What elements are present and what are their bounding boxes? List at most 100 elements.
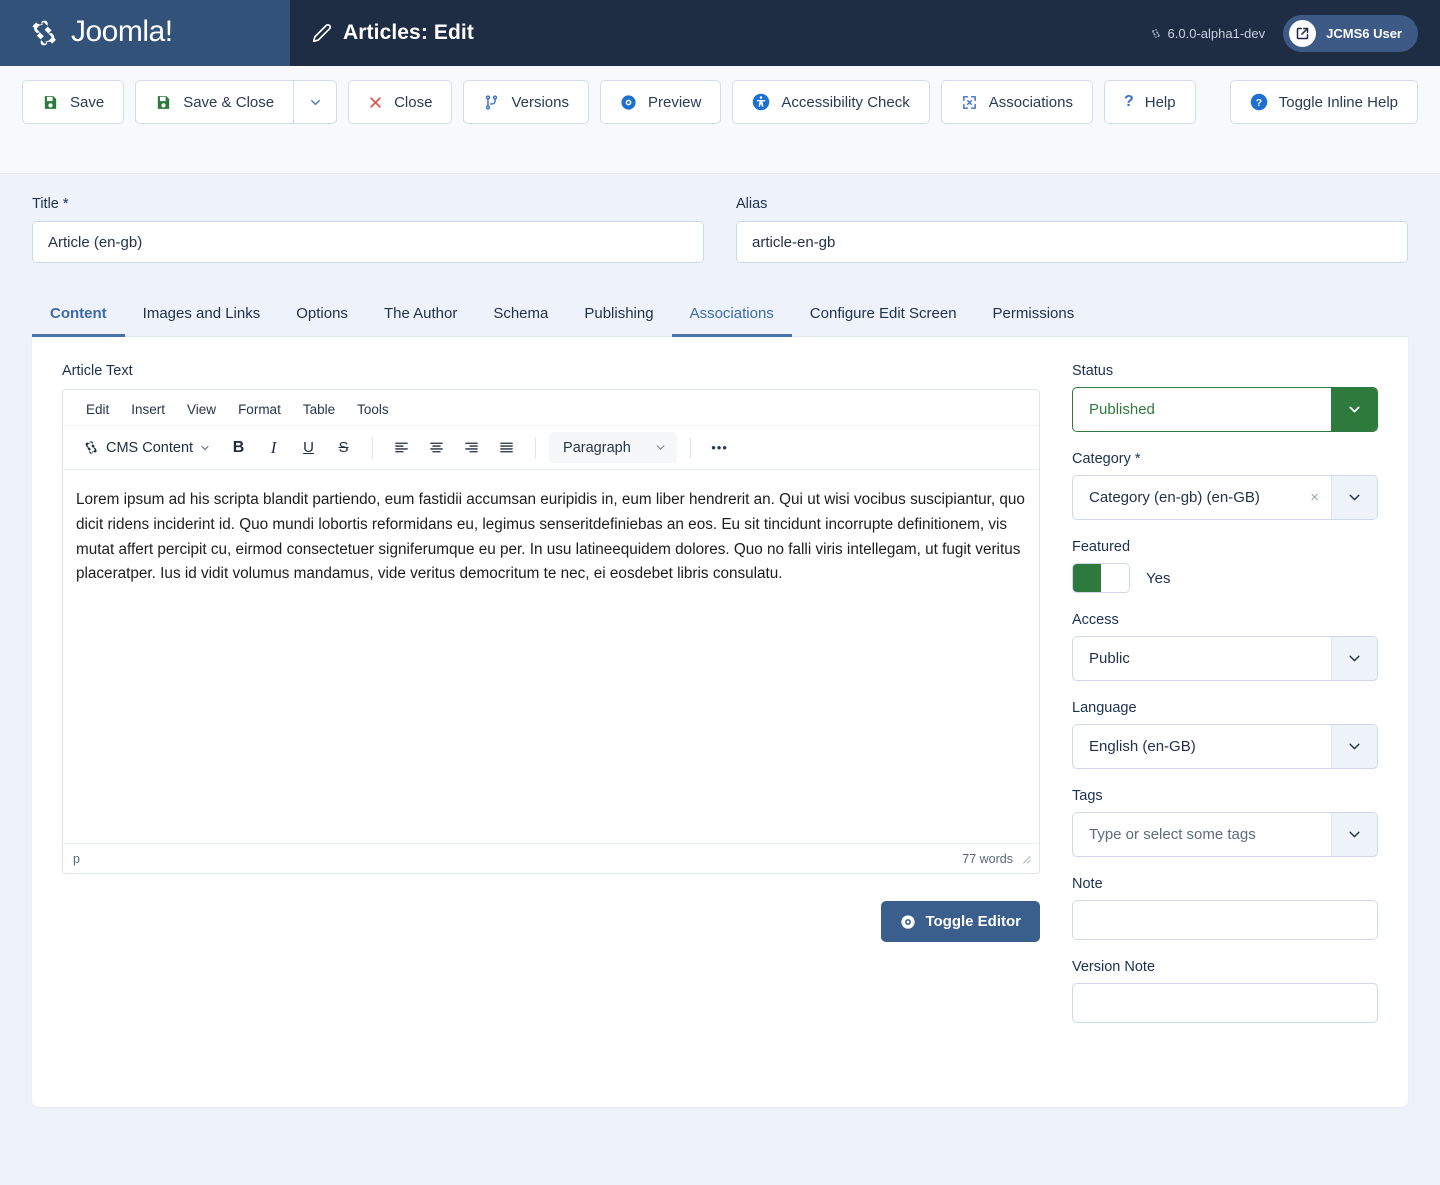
chevron-down-icon xyxy=(308,95,323,110)
clear-category-icon[interactable]: × xyxy=(1310,476,1331,519)
versions-label: Versions xyxy=(511,94,569,111)
tab-the-author[interactable]: The Author xyxy=(366,293,475,337)
close-label: Close xyxy=(394,94,432,111)
editor-content-area[interactable]: Lorem ipsum ad his scripta blandit parti… xyxy=(63,470,1039,843)
editor-menu-format[interactable]: Format xyxy=(229,398,290,421)
rich-text-editor: Edit Insert View Format Table Tools CMS … xyxy=(62,389,1040,874)
save-and-close-button[interactable]: Save & Close xyxy=(135,80,293,124)
toggle-inline-help-button[interactable]: ? Toggle Inline Help xyxy=(1230,80,1418,124)
align-right-button[interactable] xyxy=(456,432,487,463)
alias-field-group: Alias xyxy=(736,196,1408,263)
joomla-logo[interactable]: Joomla! xyxy=(24,14,173,52)
featured-toggle[interactable] xyxy=(1072,563,1130,593)
joomla-logo-icon xyxy=(24,14,62,52)
action-toolbar: Save Save & Close Close Versions xyxy=(0,66,1440,174)
editor-menu-table[interactable]: Table xyxy=(294,398,344,421)
versions-button[interactable]: Versions xyxy=(463,80,589,124)
external-link-icon xyxy=(1289,20,1316,47)
access-label: Access xyxy=(1072,612,1378,628)
bold-button[interactable]: B xyxy=(223,432,254,463)
help-button[interactable]: ? Help xyxy=(1104,80,1196,124)
save-button[interactable]: Save xyxy=(22,80,124,124)
editor-status-bar: p 77 words xyxy=(63,843,1039,873)
language-select[interactable]: English (en-GB) xyxy=(1072,724,1378,769)
toolbar-divider xyxy=(372,437,373,459)
version-note-field: Version Note xyxy=(1072,959,1378,1023)
tab-images-and-links[interactable]: Images and Links xyxy=(125,293,279,337)
note-input[interactable] xyxy=(1072,900,1378,940)
language-label: Language xyxy=(1072,700,1378,716)
featured-switcher: Yes xyxy=(1072,563,1378,593)
article-text-label: Article Text xyxy=(62,363,1040,379)
status-select[interactable]: Published xyxy=(1072,387,1378,432)
save-and-close-label: Save & Close xyxy=(183,94,274,111)
title-label: Title * xyxy=(32,196,704,212)
preview-button[interactable]: Preview xyxy=(600,80,721,124)
save-icon xyxy=(42,94,59,111)
accessibility-check-button[interactable]: Accessibility Check xyxy=(732,80,929,124)
align-left-button[interactable] xyxy=(386,432,417,463)
brand-area[interactable]: Joomla! xyxy=(0,0,290,66)
toggle-inline-help-label: Toggle Inline Help xyxy=(1279,94,1398,111)
user-menu-button[interactable]: JCMS6 User xyxy=(1283,15,1418,52)
tab-schema[interactable]: Schema xyxy=(475,293,566,337)
category-value: Category (en-gb) (en-GB) xyxy=(1073,476,1310,519)
element-path: p xyxy=(73,852,80,866)
svg-text:?: ? xyxy=(1256,97,1262,109)
editor-actions: Toggle Editor xyxy=(62,901,1040,942)
chevron-down-icon xyxy=(654,441,667,454)
status-value: Published xyxy=(1073,388,1331,431)
version-note-input[interactable] xyxy=(1072,983,1378,1023)
associations-label: Associations xyxy=(989,94,1073,111)
italic-button[interactable]: I xyxy=(258,432,289,463)
close-button[interactable]: Close xyxy=(348,80,452,124)
editor-toolbar: CMS Content B I U S xyxy=(63,426,1039,470)
brand-wordmark: Joomla! xyxy=(71,17,173,47)
cms-content-button[interactable]: CMS Content xyxy=(77,432,219,463)
tags-select[interactable]: Type or select some tags xyxy=(1072,812,1378,857)
resize-handle-icon[interactable] xyxy=(1020,853,1031,864)
category-select[interactable]: Category (en-gb) (en-GB) × xyxy=(1072,475,1378,520)
tab-options[interactable]: Options xyxy=(278,293,366,337)
tab-permissions[interactable]: Permissions xyxy=(975,293,1093,337)
featured-toggle-off[interactable] xyxy=(1101,564,1129,592)
editor-menu-tools[interactable]: Tools xyxy=(348,398,398,421)
associations-button[interactable]: Associations xyxy=(941,80,1093,124)
align-center-icon xyxy=(428,439,445,456)
align-center-button[interactable] xyxy=(421,432,452,463)
version-label: 6.0.0-alpha1-dev xyxy=(1168,26,1266,41)
align-left-icon xyxy=(393,439,410,456)
align-justify-button[interactable] xyxy=(491,432,522,463)
block-format-value: Paragraph xyxy=(563,440,631,456)
alias-label: Alias xyxy=(736,196,1408,212)
language-field: Language English (en-GB) xyxy=(1072,700,1378,769)
chevron-down-icon xyxy=(199,442,211,454)
access-field: Access Public xyxy=(1072,612,1378,681)
save-options-dropdown-button[interactable] xyxy=(293,80,337,124)
block-format-select[interactable]: Paragraph xyxy=(549,432,677,463)
toolbar-divider xyxy=(690,437,691,459)
strikethrough-button[interactable]: S xyxy=(328,432,359,463)
access-select[interactable]: Public xyxy=(1072,636,1378,681)
tab-content[interactable]: Content xyxy=(32,293,125,337)
title-field-group: Title * xyxy=(32,196,704,263)
language-value: English (en-GB) xyxy=(1073,725,1331,768)
underline-button[interactable]: U xyxy=(293,432,324,463)
more-options-button[interactable]: ••• xyxy=(704,432,735,463)
accessibility-icon xyxy=(752,93,770,111)
article-sidebar: Status Published Category * Category (en… xyxy=(1072,363,1378,1073)
tab-associations[interactable]: Associations xyxy=(672,293,792,337)
tags-placeholder: Type or select some tags xyxy=(1073,813,1331,856)
editor-menu-edit[interactable]: Edit xyxy=(77,398,118,421)
toolbar-divider xyxy=(535,437,536,459)
tab-configure-edit-screen[interactable]: Configure Edit Screen xyxy=(792,293,975,337)
tab-publishing[interactable]: Publishing xyxy=(566,293,671,337)
featured-toggle-on[interactable] xyxy=(1073,564,1101,592)
title-input[interactable] xyxy=(32,221,704,263)
toggle-editor-button[interactable]: Toggle Editor xyxy=(881,901,1040,942)
version-indicator: 6.0.0-alpha1-dev xyxy=(1149,26,1266,41)
editor-menu-view[interactable]: View xyxy=(178,398,225,421)
alias-input[interactable] xyxy=(736,221,1408,263)
joomla-mark-icon xyxy=(81,438,100,457)
editor-menu-insert[interactable]: Insert xyxy=(122,398,174,421)
